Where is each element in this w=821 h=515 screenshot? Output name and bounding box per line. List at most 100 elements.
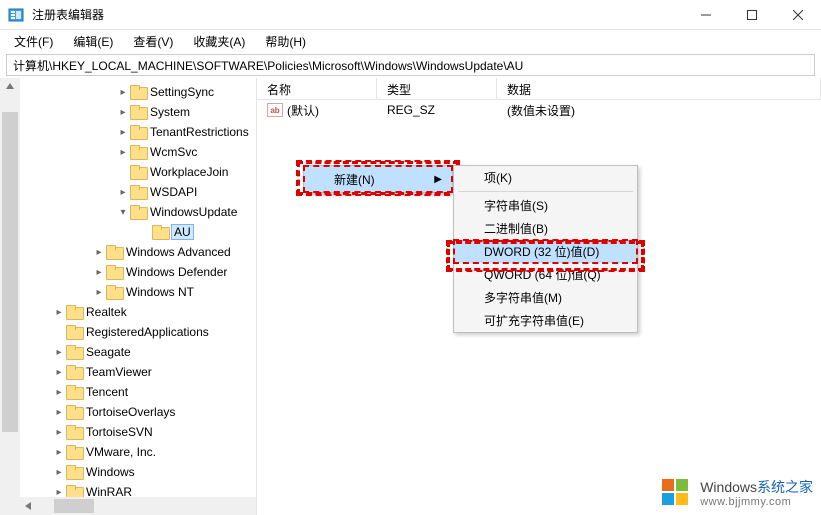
watermark-brand-right: 系统之家: [757, 479, 813, 495]
tree-item[interactable]: ▸Realtek: [20, 302, 256, 322]
tree-item-label: Tencent: [86, 385, 128, 399]
context-item[interactable]: 多字符串值(M): [454, 286, 637, 309]
context-item-label: 字符串值(S): [484, 197, 548, 214]
column-headers: 名称 类型 数据: [257, 78, 821, 100]
tree-item-label: WSDAPI: [150, 185, 197, 199]
watermark-brand-left: Windows: [700, 479, 757, 495]
tree-item-label: VMware, Inc.: [86, 445, 156, 459]
chevron-right-icon[interactable]: ▸: [116, 187, 130, 198]
folder-icon: [130, 205, 146, 219]
tree-item[interactable]: ▸ VMware, Inc.: [20, 442, 256, 462]
maximize-button[interactable]: [729, 0, 775, 30]
chevron-right-icon[interactable]: ▸: [116, 87, 130, 98]
scrollbar-thumb[interactable]: [2, 112, 18, 432]
value-list[interactable]: ab(默认)REG_SZ(数值未设置): [257, 100, 821, 120]
chevron-right-icon[interactable]: ▸: [92, 247, 106, 258]
tree-item-label: WcmSvc: [150, 145, 197, 159]
tree-item[interactable]: ▸TeamViewer: [20, 362, 256, 382]
address-bar[interactable]: 计算机\HKEY_LOCAL_MACHINE\SOFTWARE\Policies…: [6, 54, 815, 76]
chevron-right-icon[interactable]: ▸: [52, 347, 66, 358]
tree-vertical-scrollbar[interactable]: [0, 78, 20, 515]
registry-tree[interactable]: ▸SettingSync▸System▸TenantRestrictions▸W…: [20, 78, 256, 497]
context-item[interactable]: 二进制值(B): [454, 217, 637, 240]
tree-item[interactable]: ▸ WcmSvc: [20, 142, 256, 162]
context-item[interactable]: 字符串值(S): [454, 194, 637, 217]
context-item[interactable]: 项(K): [454, 166, 637, 189]
folder-icon: [66, 345, 82, 359]
tree-item[interactable]: ▸System: [20, 102, 256, 122]
menu-help[interactable]: 帮助(H): [257, 31, 314, 52]
tree-item[interactable]: ▸TortoiseOverlays: [20, 402, 256, 422]
tree-item-label: WorkplaceJoin: [150, 165, 228, 179]
context-item[interactable]: 可扩充字符串值(E): [454, 309, 637, 332]
tree-item[interactable]: ▸ Tencent: [20, 382, 256, 402]
tree-item-label: TortoiseSVN: [86, 425, 153, 439]
chevron-right-icon[interactable]: ▸: [92, 287, 106, 298]
address-text: 计算机\HKEY_LOCAL_MACHINE\SOFTWARE\Policies…: [13, 57, 523, 74]
tree-item[interactable]: WorkplaceJoin: [20, 162, 256, 182]
context-item[interactable]: DWORD (32 位)值(D): [454, 240, 637, 263]
tree-item[interactable]: ▸ TortoiseSVN: [20, 422, 256, 442]
tree-item[interactable]: ▸SettingSync: [20, 82, 256, 102]
context-item-label: DWORD (32 位)值(D): [484, 243, 599, 260]
context-item-new[interactable]: 新建(N) ▶: [304, 166, 452, 192]
chevron-right-icon[interactable]: ▸: [52, 407, 66, 418]
titlebar: 注册表编辑器: [0, 0, 821, 30]
watermark-brand: Windows系统之家: [700, 480, 813, 495]
tree-item[interactable]: ▸ TenantRestrictions: [20, 122, 256, 142]
tree-item[interactable]: ▸Windows Defender: [20, 262, 256, 282]
chevron-right-icon[interactable]: ▸: [52, 447, 66, 458]
folder-icon: [66, 365, 82, 379]
menu-favorites[interactable]: 收藏夹(A): [185, 31, 253, 52]
folder-icon: [130, 85, 146, 99]
chevron-right-icon[interactable]: ▸: [116, 147, 130, 158]
value-row[interactable]: ab(默认)REG_SZ(数值未设置): [257, 100, 821, 120]
tree-item-label: TenantRestrictions: [150, 125, 249, 139]
column-type[interactable]: 类型: [377, 78, 497, 99]
folder-icon: [130, 105, 146, 119]
folder-icon: [106, 285, 122, 299]
minimize-button[interactable]: [683, 0, 729, 30]
tree-item[interactable]: ▸ Windows: [20, 462, 256, 482]
tree-item[interactable]: ▾WindowsUpdate: [20, 202, 256, 222]
tree-item[interactable]: ▸Windows Advanced: [20, 242, 256, 262]
chevron-right-icon[interactable]: ▸: [92, 267, 106, 278]
folder-icon: [66, 305, 82, 319]
tree-item[interactable]: RegisteredApplications: [20, 322, 256, 342]
menu-edit[interactable]: 编辑(E): [65, 31, 121, 52]
tree-item[interactable]: ▸ WSDAPI: [20, 182, 256, 202]
close-button[interactable]: [775, 0, 821, 30]
column-name[interactable]: 名称: [257, 78, 377, 99]
tree-item-label: WinRAR: [86, 485, 132, 497]
folder-icon: [66, 405, 82, 419]
chevron-right-icon[interactable]: ▸: [116, 107, 130, 118]
chevron-right-icon[interactable]: ▸: [116, 127, 130, 138]
scrollbar-thumb[interactable]: [54, 499, 94, 513]
watermark: Windows系统之家 www.bjjmmy.com: [662, 479, 813, 509]
tree-pane: ▸SettingSync▸System▸TenantRestrictions▸W…: [0, 78, 257, 515]
column-data[interactable]: 数据: [497, 78, 821, 99]
chevron-right-icon[interactable]: ▸: [52, 367, 66, 378]
context-item[interactable]: QWORD (64 位)值(Q): [454, 263, 637, 286]
folder-icon: [66, 485, 82, 497]
value-data: (数值未设置): [497, 102, 821, 119]
tree-horizontal-scrollbar[interactable]: [20, 497, 256, 515]
string-value-icon: ab: [267, 103, 283, 117]
context-item-label: 新建(N): [334, 171, 375, 188]
chevron-right-icon[interactable]: ▸: [52, 487, 66, 498]
chevron-right-icon[interactable]: ▸: [52, 467, 66, 478]
folder-icon: [130, 185, 146, 199]
workspace: ▸SettingSync▸System▸TenantRestrictions▸W…: [0, 78, 821, 515]
tree-item-label: Windows: [86, 465, 135, 479]
tree-item[interactable]: ▸Seagate: [20, 342, 256, 362]
chevron-right-icon[interactable]: ▸: [52, 387, 66, 398]
tree-item[interactable]: ▸ WinRAR: [20, 482, 256, 497]
submenu-arrow-icon: ▶: [434, 174, 442, 185]
chevron-down-icon[interactable]: ▾: [116, 207, 130, 218]
menu-file[interactable]: 文件(F): [6, 31, 61, 52]
chevron-right-icon[interactable]: ▸: [52, 307, 66, 318]
chevron-right-icon[interactable]: ▸: [52, 427, 66, 438]
tree-item[interactable]: ▸Windows NT: [20, 282, 256, 302]
menu-view[interactable]: 查看(V): [125, 31, 181, 52]
tree-item[interactable]: AU: [20, 222, 256, 242]
